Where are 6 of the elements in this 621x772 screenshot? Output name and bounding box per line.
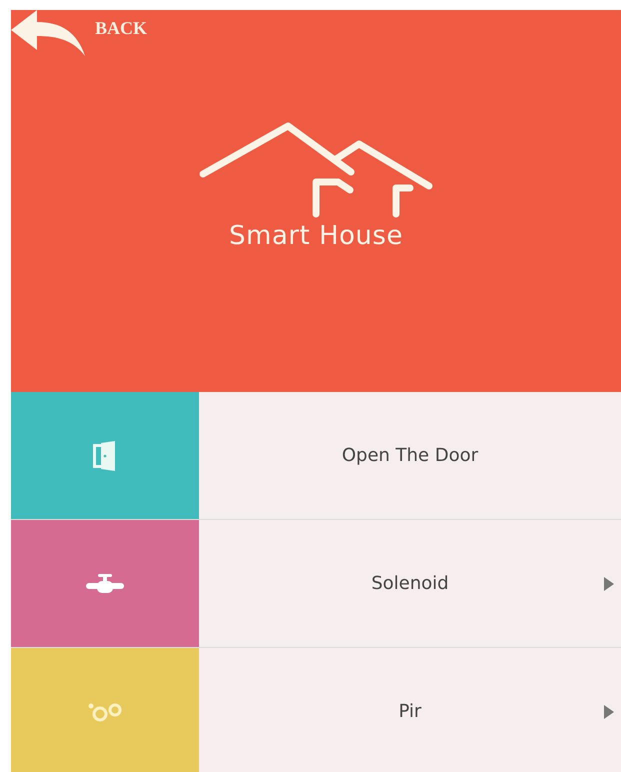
faucet-icon [85,572,125,594]
menu-item[interactable]: Pir [199,648,621,772]
menu-item[interactable]: Solenoid [199,520,621,647]
app-title: Smart House [229,221,403,251]
menu-item[interactable]: Open The Door [199,392,621,519]
bubbles-icon [87,700,123,722]
